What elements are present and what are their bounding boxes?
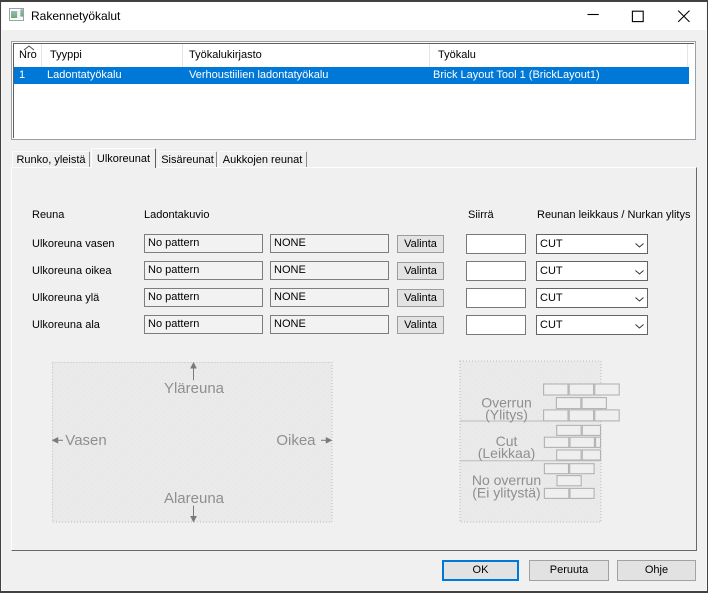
svg-text:(Ei ylitystä): (Ei ylitystä) <box>472 485 540 501</box>
svg-text:Alareuna: Alareuna <box>164 490 225 507</box>
svg-text:Yläreuna: Yläreuna <box>164 380 225 397</box>
svg-text:Vasen: Vasen <box>65 432 106 449</box>
svg-text:Oikea: Oikea <box>276 432 316 449</box>
svg-text:(Ylitys): (Ylitys) <box>485 407 528 423</box>
svg-text:(Leikkaa): (Leikkaa) <box>478 445 536 461</box>
